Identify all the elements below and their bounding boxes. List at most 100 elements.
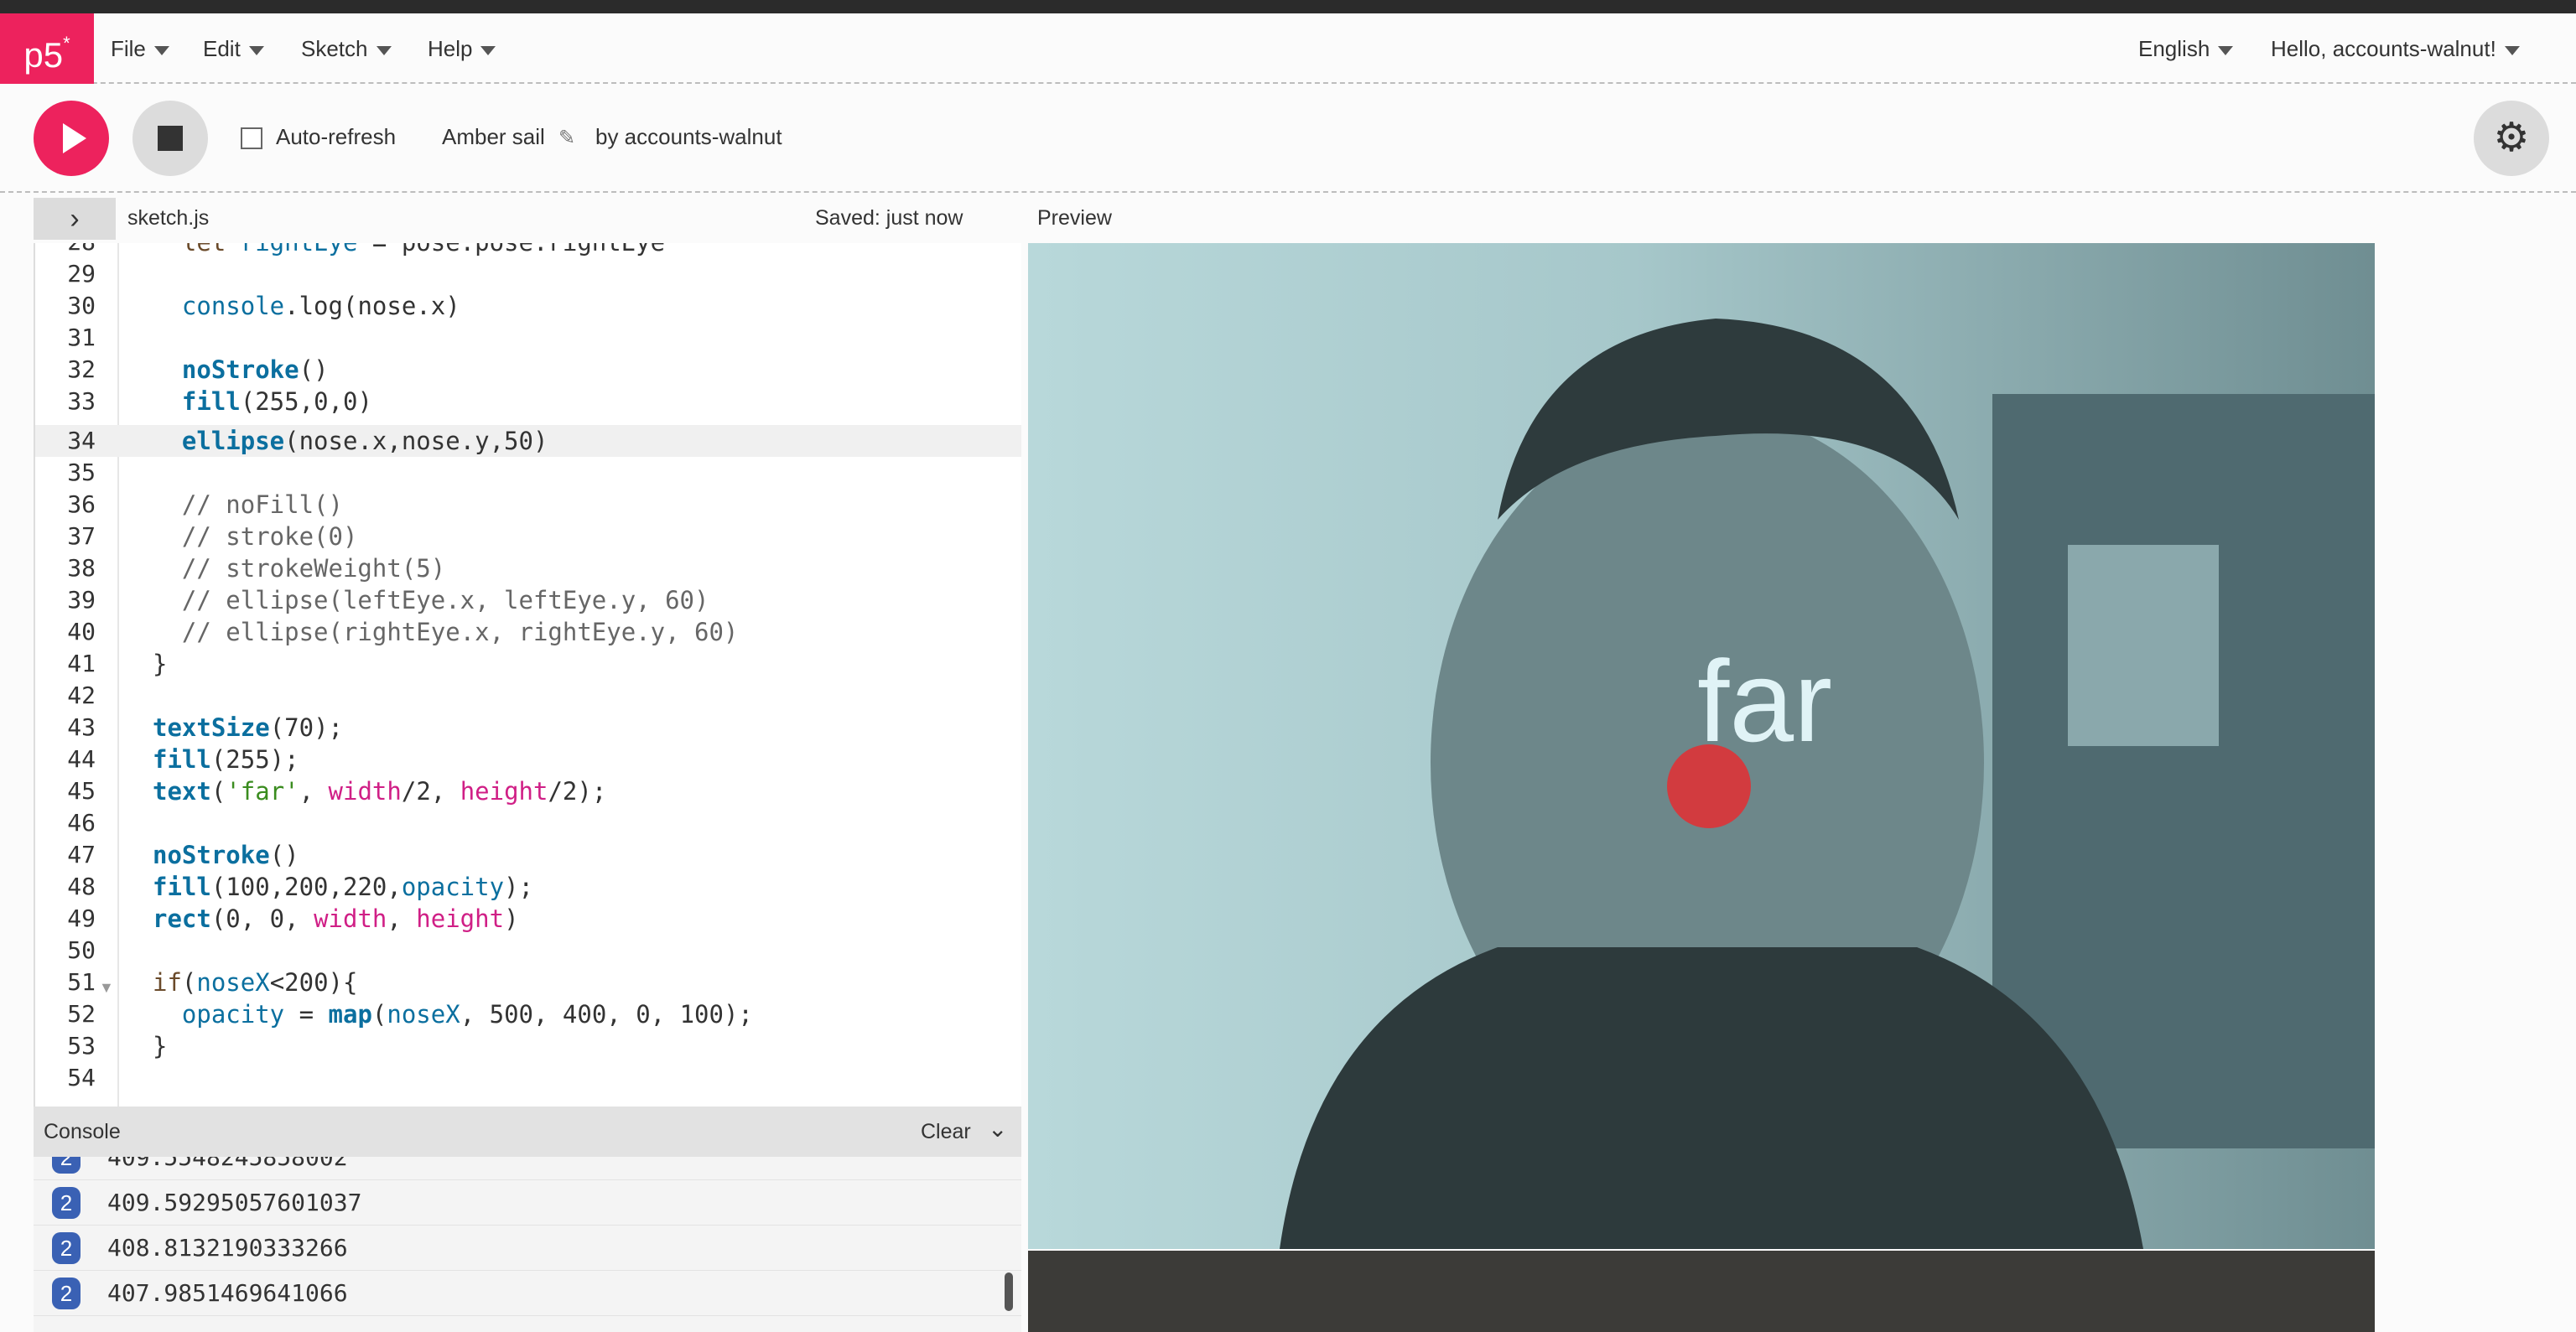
line-number: 39 [67, 586, 96, 614]
line-number: 48 [67, 873, 96, 900]
code-line-active: ellipse(nose.x,nose.y,50) [181, 427, 548, 455]
chevron-down-icon[interactable]: ⌄ [988, 1115, 1007, 1143]
preview-label: Preview [1037, 206, 1112, 230]
line-number: 36 [67, 490, 96, 518]
line-number: 44 [67, 745, 96, 773]
fold-arrow-icon[interactable]: ▼ [99, 979, 114, 997]
file-tab[interactable]: sketch.js [127, 206, 209, 231]
repeat-count-badge: 2 [52, 1232, 80, 1264]
line-number: 52 [67, 1000, 96, 1028]
code-line: rect(0, 0, width, height) [153, 904, 519, 933]
code-line: } [153, 1032, 168, 1060]
menu-file[interactable]: File [111, 13, 169, 84]
line-number: 45 [67, 777, 96, 805]
play-icon [63, 123, 86, 153]
chevron-down-icon [248, 45, 264, 55]
console-value: 408.8132190333266 [107, 1234, 348, 1262]
save-status: Saved: just now [815, 206, 963, 230]
console-title: Console [44, 1120, 121, 1143]
line-number: 32 [67, 355, 96, 383]
user-label: Hello, accounts-walnut! [2271, 36, 2496, 61]
code-line: fill(255); [153, 745, 299, 774]
line-number: 41 [67, 650, 96, 677]
chevron-down-icon [2504, 45, 2520, 55]
language-label: English [2138, 36, 2210, 61]
line-number: 34 [67, 427, 96, 454]
console-entry: 2 409.59295057601037 [34, 1180, 1021, 1226]
menu-sketch[interactable]: Sketch [301, 13, 392, 84]
stop-button[interactable] [132, 101, 208, 176]
code-line: noStroke() [153, 841, 299, 869]
chevron-down-icon [2218, 45, 2234, 55]
console-value: 407.9851469641066 [107, 1279, 348, 1307]
logo-text: p5 [23, 35, 64, 75]
line-number: 30 [67, 292, 96, 319]
line-number: 54 [67, 1064, 96, 1091]
menu-help-label: Help [428, 36, 473, 61]
logo-mark: * [63, 33, 70, 54]
code-editor[interactable]: 28 let rightEye = pose.pose.rightEye 29 … [34, 243, 1021, 1107]
code-line: text('far', width/2, height/2); [153, 777, 607, 806]
user-menu[interactable]: Hello, accounts-walnut! [2271, 13, 2520, 84]
code-line: fill(100,200,220,opacity); [153, 873, 533, 901]
code-line: let rightEye = pose.pose.rightEye [153, 243, 665, 258]
menu-edit-label: Edit [203, 36, 241, 61]
stop-icon [158, 126, 183, 151]
code-line: // noFill() [153, 490, 343, 519]
repeat-count-badge: 2 [52, 1278, 80, 1309]
code-line: // ellipse(leftEye.x, leftEye.y, 60) [153, 586, 709, 614]
line-number: 51 [67, 968, 96, 996]
line-number: 33 [67, 387, 96, 415]
code-line: textSize(70); [153, 713, 343, 742]
line-number: 29 [67, 260, 96, 288]
code-line: noStroke() [181, 355, 329, 384]
toolbar: Auto-refresh Amber sail ✎ by accounts-wa… [0, 86, 2576, 193]
line-number: 37 [67, 522, 96, 550]
second-video-frame [1028, 1251, 2375, 1332]
line-number: 47 [67, 841, 96, 868]
line-number: 49 [67, 904, 96, 932]
console-output[interactable]: 2 409.5548245858002 2 409.59295057601037… [34, 1157, 1021, 1332]
console-entry: 2 407.9851469641066 [34, 1271, 1021, 1316]
chevron-right-icon: › [70, 203, 80, 235]
auto-refresh-label[interactable]: Auto-refresh [276, 124, 396, 150]
line-number: 31 [67, 324, 96, 351]
chevron-down-icon [153, 45, 169, 55]
console-value: 409.59295057601037 [107, 1189, 362, 1216]
sketch-name[interactable]: Amber sail [442, 124, 545, 150]
sketch-author: by accounts-walnut [595, 124, 782, 149]
line-number: 28 [35, 243, 96, 258]
code-line: fill(255,0,0) [181, 387, 372, 416]
line-number: 38 [67, 554, 96, 582]
play-button[interactable] [34, 101, 109, 176]
line-number: 53 [67, 1032, 96, 1060]
line-number: 42 [67, 682, 96, 709]
repeat-count-badge: 2 [52, 1187, 80, 1219]
line-number: 50 [67, 936, 96, 964]
code-line: } [153, 650, 168, 678]
menu-sketch-label: Sketch [301, 36, 368, 61]
code-line: // stroke(0) [153, 522, 358, 551]
console-value: 409.5548245858002 [107, 1157, 348, 1171]
p5-logo[interactable]: p5* [0, 13, 94, 84]
console-clear-button[interactable]: Clear [921, 1120, 971, 1144]
repeat-count-badge: 2 [52, 1157, 80, 1174]
gear-icon: ⚙ [2493, 116, 2530, 160]
console-scrollbar[interactable] [1005, 1272, 1013, 1311]
language-menu[interactable]: English [2138, 13, 2234, 84]
auto-refresh-checkbox[interactable] [241, 127, 262, 149]
console-entry: 2 409.5548245858002 [34, 1157, 1021, 1180]
settings-button[interactable]: ⚙ [2474, 101, 2549, 176]
menu-file-label: File [111, 36, 146, 61]
code-line: if(noseX<200){ [153, 968, 358, 997]
top-nav: p5* File Edit Sketch Help English Hello,… [0, 13, 2576, 84]
menu-edit[interactable]: Edit [203, 13, 264, 84]
menu-help[interactable]: Help [428, 13, 496, 84]
code-line: // ellipse(rightEye.x, rightEye.y, 60) [153, 618, 739, 646]
browser-top-strip [0, 0, 2576, 13]
expand-sidebar-button[interactable]: › [34, 198, 116, 240]
line-number: 40 [67, 618, 96, 645]
pencil-icon[interactable]: ✎ [558, 126, 575, 150]
line-number: 43 [67, 713, 96, 741]
console-header: Console Clear ⌄ [34, 1107, 1021, 1157]
